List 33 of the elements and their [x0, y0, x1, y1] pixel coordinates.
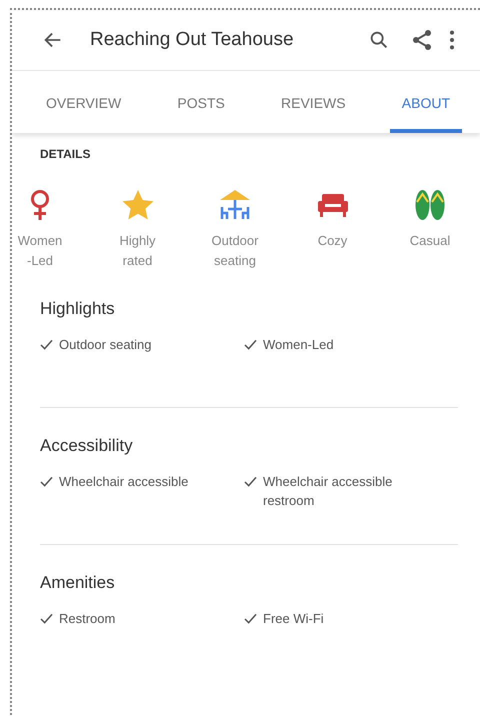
check-icon	[244, 476, 257, 487]
attribute-label: Highly rated	[119, 232, 156, 270]
check-icon	[244, 613, 257, 624]
section-heading: DETAILS	[40, 147, 92, 161]
feature-text: Outdoor seating	[59, 336, 152, 354]
tab[interactable]: REVIEWS	[269, 71, 358, 133]
tab[interactable]: ABOUT	[390, 71, 462, 133]
check-icon	[244, 339, 257, 350]
outdoor-table-icon	[218, 189, 252, 221]
place-title: Reaching Out Teahouse	[90, 29, 295, 51]
feature-text: Restroom	[59, 610, 116, 628]
feature-text: Wheelchair accessible	[59, 473, 188, 491]
section-title: Accessibility	[40, 436, 134, 456]
attribute-label: Cozy	[318, 232, 348, 250]
feature-text: Women-Led	[263, 336, 334, 354]
attribute-label: Women -Led	[18, 232, 62, 270]
sandals-icon	[414, 189, 446, 221]
attribute-label: Outdoor seating	[212, 232, 258, 270]
section-title: Amenities	[40, 573, 116, 593]
check-icon	[40, 476, 53, 487]
star-icon	[122, 189, 154, 221]
tab[interactable]: POSTS	[165, 71, 237, 133]
section-title: Highlights	[40, 299, 116, 319]
feature-text: Wheelchair accessible restroom	[263, 473, 394, 510]
attribute-label: Casual	[410, 232, 450, 250]
check-icon	[40, 339, 53, 350]
feature-text: Free Wi-Fi	[263, 610, 324, 628]
check-icon	[40, 613, 53, 624]
more-options-icon[interactable]	[448, 29, 456, 51]
venus-icon	[28, 189, 52, 221]
tab[interactable]: OVERVIEW	[34, 71, 134, 133]
search-icon[interactable]	[368, 29, 390, 51]
share-icon[interactable]	[410, 28, 434, 52]
